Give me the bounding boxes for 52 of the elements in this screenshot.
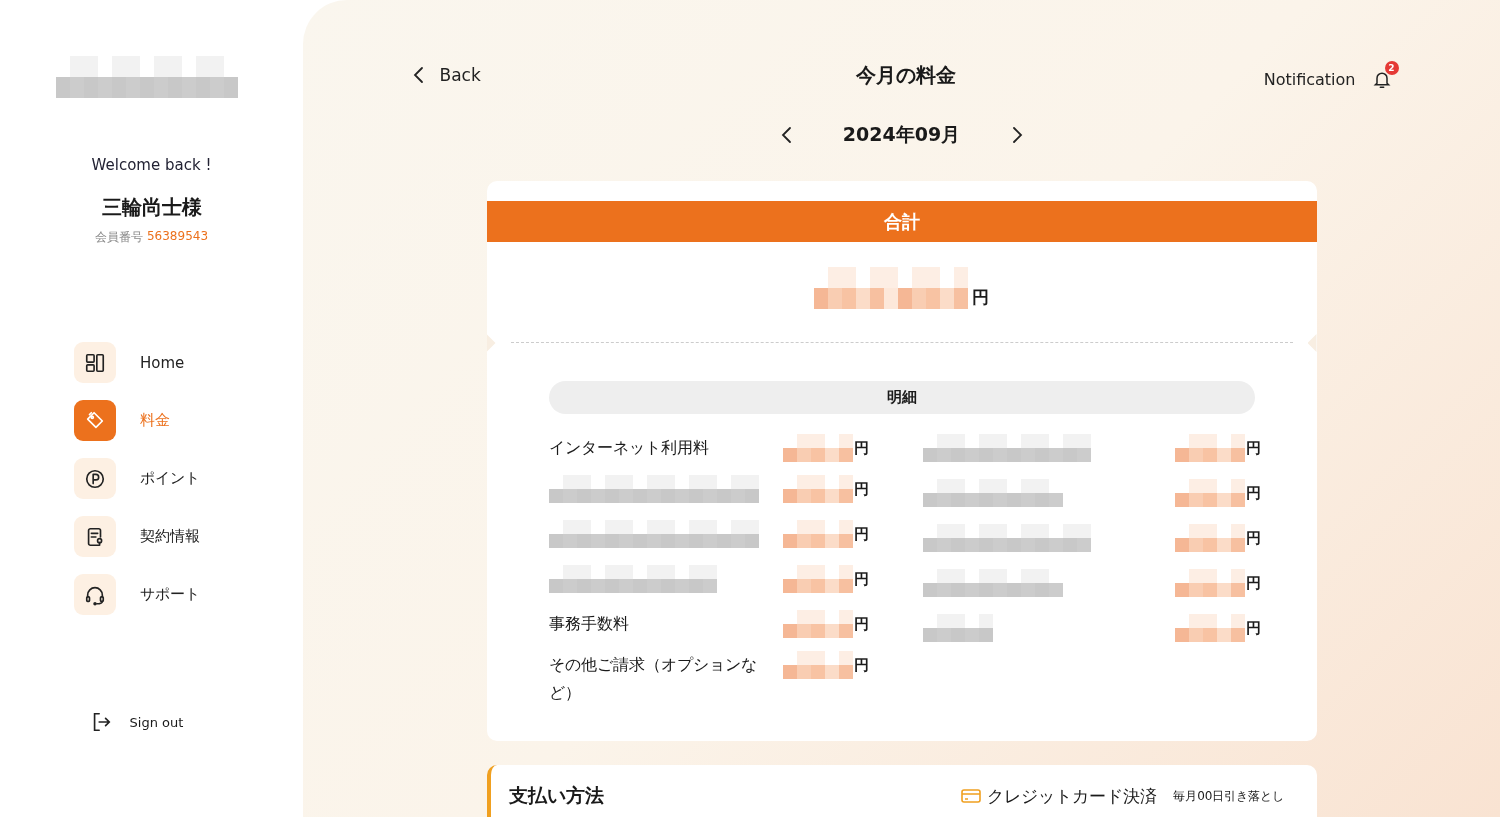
- yen-unit: 円: [1245, 438, 1261, 458]
- yen-unit: 円: [853, 614, 869, 634]
- previous-month-button[interactable]: [779, 126, 794, 144]
- user-name: 三輪尚士様: [101, 194, 202, 221]
- mosaic-drawing: [1174, 434, 1245, 462]
- yen-unit: 円: [1245, 528, 1261, 548]
- mosaic-drawing: [782, 520, 853, 548]
- month-label: 2024年09月: [841, 122, 962, 147]
- member-label: 会員番号: [94, 229, 143, 246]
- yen-unit: 円: [1245, 573, 1261, 593]
- nav-item[interactable]: 契約情報: [74, 516, 274, 557]
- total-header: 合計: [486, 201, 1317, 242]
- fee-label: インターネット利用料: [548, 437, 710, 459]
- mosaic-drawing: [782, 475, 853, 503]
- back-button[interactable]: Back: [411, 65, 612, 85]
- member-number: 56389543: [146, 229, 209, 245]
- page-title: 今月の料金: [855, 61, 956, 89]
- payment-title: 支払い方法: [508, 783, 605, 808]
- fee-label: その他ご請求（オプションなど）: [548, 654, 758, 704]
- nav-item[interactable]: Home: [74, 342, 274, 383]
- payment-method: クレジットカード決済: [987, 784, 1158, 808]
- yen-unit: 円: [972, 286, 989, 309]
- point-icon: [84, 467, 106, 490]
- nav-item[interactable]: ポイント: [74, 458, 274, 499]
- yen-unit: 円: [1245, 483, 1261, 503]
- mosaic-drawing: [1174, 479, 1245, 507]
- dashboard-icon: [84, 351, 106, 374]
- fee-label: 事務手数料: [548, 613, 630, 635]
- welcome-text: Welcome back !: [91, 156, 212, 174]
- mosaic-drawing: [1174, 614, 1245, 642]
- mosaic-drawing: [922, 614, 993, 642]
- credit-card-icon: [961, 788, 982, 804]
- notification-button[interactable]: Notification 2: [1199, 60, 1400, 90]
- yen-unit: 円: [853, 479, 869, 499]
- chevron-left-icon: [411, 66, 426, 84]
- mosaic-drawing: [782, 610, 853, 638]
- sign-out-link[interactable]: Sign out: [89, 711, 184, 733]
- mosaic-drawing: [782, 651, 853, 679]
- mosaic-drawing: [782, 434, 853, 462]
- yen-unit: 円: [853, 524, 869, 544]
- yen-unit: 円: [1245, 618, 1261, 638]
- nav-item[interactable]: サポート: [74, 574, 274, 615]
- yen-unit: 円: [853, 438, 869, 458]
- payment-note: 毎月00日引き落とし: [1173, 787, 1285, 805]
- chevron-left-icon: [779, 126, 794, 144]
- mosaic-drawing: [1174, 569, 1245, 597]
- notification-badge: 2: [1384, 61, 1399, 75]
- mosaic-drawing: [782, 565, 853, 593]
- details-header: 明細: [548, 381, 1255, 414]
- yen-unit: 円: [853, 655, 869, 675]
- yen-unit: 円: [853, 569, 869, 589]
- mosaic-drawing: [1174, 524, 1245, 552]
